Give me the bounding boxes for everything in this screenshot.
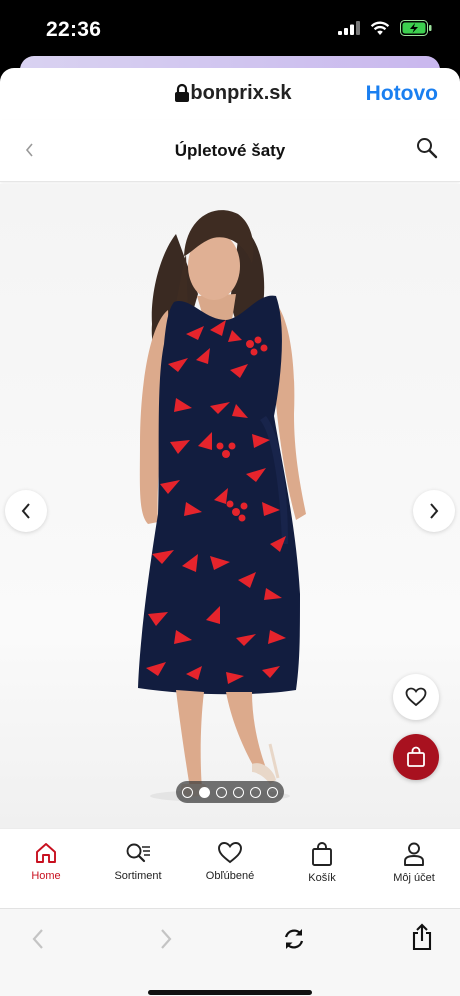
pagination-dot[interactable]	[233, 786, 244, 798]
cellular-signal-icon	[338, 21, 360, 35]
share-icon[interactable]	[411, 923, 433, 951]
reload-icon[interactable]	[281, 926, 307, 952]
pagination-dot[interactable]	[250, 786, 261, 798]
add-to-wishlist-button[interactable]	[393, 674, 439, 720]
url-bar: bonprix.sk Hotovo	[0, 68, 460, 120]
nav-item-sortiment[interactable]: Sortiment	[92, 829, 184, 908]
battery-charging-icon	[400, 20, 432, 36]
home-indicator	[148, 990, 312, 995]
gallery-pagination[interactable]	[176, 781, 284, 803]
shopping-bag-icon	[312, 842, 332, 866]
heart-icon	[405, 687, 427, 707]
gallery-prev-button[interactable]	[5, 490, 47, 532]
wifi-icon	[370, 21, 390, 35]
nav-item-cart[interactable]: Košík	[276, 829, 368, 908]
user-icon	[404, 842, 424, 866]
browser-sheet: bonprix.sk Hotovo Úpletové šaty Home Sor…	[0, 68, 460, 996]
done-button[interactable]: Hotovo	[366, 82, 438, 106]
chevron-left-icon	[21, 503, 30, 519]
pagination-dot[interactable]	[199, 786, 210, 798]
product-image-gallery[interactable]	[0, 184, 460, 828]
shopping-bag-icon	[407, 746, 425, 767]
pagination-dot[interactable]	[216, 786, 227, 798]
search-icon[interactable]	[416, 137, 438, 159]
nav-label-sortiment: Sortiment	[114, 870, 162, 882]
nav-label-cart: Košík	[308, 872, 336, 884]
status-time: 22:36	[46, 18, 102, 41]
app-bottom-nav: Home Sortiment Obľúbené Košík Môj účet	[0, 828, 460, 908]
search-list-icon	[126, 843, 150, 863]
status-bar: 22:36	[0, 0, 460, 58]
add-to-cart-button[interactable]	[393, 734, 439, 780]
pagination-dot[interactable]	[267, 786, 278, 798]
nav-label-account: Môj účet	[393, 872, 435, 884]
browser-toolbar	[0, 908, 460, 996]
chevron-right-icon	[430, 503, 439, 519]
gallery-next-button[interactable]	[413, 490, 455, 532]
browser-forward-icon[interactable]	[158, 926, 174, 952]
status-icons	[338, 20, 432, 36]
nav-label-favorites: Obľúbené	[205, 870, 255, 882]
pagination-dot[interactable]	[182, 786, 193, 798]
home-icon	[36, 843, 56, 863]
page-header: Úpletové šaty	[0, 120, 460, 182]
browser-back-icon[interactable]	[30, 926, 46, 952]
nav-label-home: Home	[31, 870, 61, 882]
nav-item-favorites[interactable]: Obľúbené	[184, 829, 276, 908]
heart-icon	[218, 842, 242, 864]
nav-item-account[interactable]: Môj účet	[368, 829, 460, 908]
nav-item-home[interactable]: Home	[0, 829, 92, 908]
page-title: Úpletové šaty	[174, 141, 286, 160]
product-photo	[138, 210, 306, 802]
